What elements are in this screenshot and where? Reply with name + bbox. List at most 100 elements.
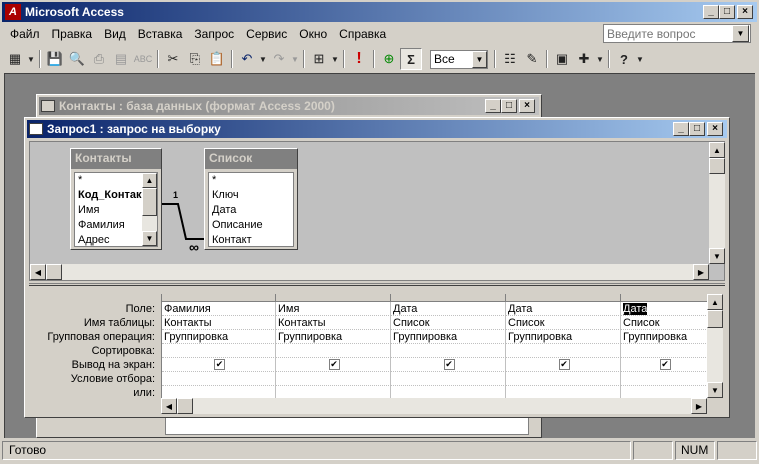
grid-column-active[interactable]: Дата Список Группировка ✔ [621,294,707,398]
scroll-down-arrow-icon[interactable]: ▼ [142,231,157,246]
cell-field[interactable]: Имя [276,302,391,316]
cell-field-selected-text[interactable]: Дата [623,303,648,315]
scroll-thumb[interactable] [709,158,725,174]
cell-total[interactable]: Группировка [276,330,391,344]
show-checkbox-checked-icon[interactable]: ✔ [328,359,340,370]
show-checkbox-checked-icon[interactable]: ✔ [558,359,570,370]
scroll-up-arrow-icon[interactable]: ▲ [709,142,725,158]
help-dropdown-arrow-icon[interactable]: ▼ [732,25,749,42]
field-item[interactable]: Ключ [209,188,293,203]
column-selector[interactable] [162,294,276,302]
scroll-thumb[interactable] [707,310,723,328]
cell-or[interactable] [506,386,621,398]
cell-criteria[interactable] [391,372,506,386]
build-icon[interactable]: ✎ [521,48,543,70]
table-pane-hscroll[interactable]: ◀ ▶ [30,264,709,280]
query-type-icon[interactable]: ⊞ [308,48,330,70]
grid-column[interactable]: Имя Контакты Группировка ✔ [276,294,391,398]
cell-field[interactable]: Дата [506,302,621,316]
relationship-line[interactable] [160,197,208,247]
cell-show[interactable]: ✔ [621,358,707,372]
table-box-list[interactable]: Список * Ключ Дата Описание Контакт [204,148,298,250]
grid-column[interactable]: Дата Список Группировка ✔ [506,294,621,398]
table-pane[interactable]: Контакты * Код_Контакт Имя Фамилия Адрес… [29,141,725,281]
table-box-contacts-title[interactable]: Контакты [71,149,161,169]
cell-or[interactable] [276,386,391,398]
spellcheck-icon[interactable]: ABC [132,48,154,70]
menu-item-view[interactable]: Вид [98,25,132,43]
cell-or[interactable] [162,386,276,398]
design-grid[interactable]: Фамилия Контакты Группировка ✔ Имя Конта… [161,294,707,398]
cell-total[interactable]: Группировка [162,330,276,344]
copy-icon[interactable]: ⎘ [184,48,206,70]
query-minimize-button[interactable]: _ [673,122,689,136]
run-query-icon[interactable]: ! [348,48,370,70]
paste-disabled-icon[interactable]: ▤ [110,48,132,70]
design-grid-hscroll[interactable]: ◀ ▶ [161,398,707,414]
show-checkbox-checked-icon[interactable]: ✔ [659,359,671,370]
db-close-button[interactable]: × [519,99,535,113]
save-icon[interactable]: 💾 [44,48,66,70]
cell-show[interactable]: ✔ [276,358,391,372]
menu-item-tools[interactable]: Сервис [240,25,293,43]
cell-criteria[interactable] [162,372,276,386]
print-icon[interactable]: ⎙ [88,48,110,70]
new-object-dropdown-icon[interactable]: ▼ [595,48,605,70]
properties-icon[interactable]: ☷ [499,48,521,70]
menu-item-insert[interactable]: Вставка [132,25,189,43]
cell-criteria[interactable] [621,372,707,386]
help-icon[interactable]: ? [613,48,635,70]
cell-total[interactable]: Группировка [506,330,621,344]
cell-sort[interactable] [506,344,621,358]
show-checkbox-checked-icon[interactable]: ✔ [443,359,455,370]
column-selector[interactable] [391,294,506,302]
help-dropdown-small-icon[interactable]: ▼ [635,48,645,70]
cell-or[interactable] [391,386,506,398]
cell-table[interactable]: Список [621,316,707,330]
table-box-contacts[interactable]: Контакты * Код_Контакт Имя Фамилия Адрес… [70,148,162,250]
menu-item-file[interactable]: Файл [4,25,46,43]
query-window[interactable]: Запрос1 : запрос на выборку _ □ × Контак… [24,117,730,418]
menu-item-edit[interactable]: Правка [46,25,99,43]
app-minimize-button[interactable]: _ [703,5,719,19]
table-box-list-title[interactable]: Список [205,149,297,169]
cell-total[interactable]: Группировка [391,330,506,344]
new-object-icon[interactable]: ✚ [573,48,595,70]
cut-icon[interactable]: ✂ [162,48,184,70]
redo-dropdown-icon[interactable]: ▼ [290,48,300,70]
cell-criteria[interactable] [276,372,391,386]
cell-table[interactable]: Контакты [276,316,391,330]
query-type-dropdown-icon[interactable]: ▼ [330,48,340,70]
grid-column[interactable]: Дата Список Группировка ✔ [391,294,506,398]
cell-show[interactable]: ✔ [162,358,276,372]
view-dropdown-icon[interactable]: ▼ [26,48,36,70]
field-item[interactable]: Дата [209,203,293,218]
undo-dropdown-icon[interactable]: ▼ [258,48,268,70]
db-minimize-button[interactable]: _ [485,99,501,113]
cell-field-active[interactable]: Дата [621,302,707,316]
app-close-button[interactable]: × [737,5,753,19]
cell-show[interactable]: ✔ [391,358,506,372]
cell-sort[interactable] [391,344,506,358]
cell-table[interactable]: Список [391,316,506,330]
scroll-down-arrow-icon[interactable]: ▼ [709,248,725,264]
column-selector[interactable] [506,294,621,302]
scroll-up-arrow-icon[interactable]: ▲ [142,173,157,188]
cell-field[interactable]: Дата [391,302,506,316]
print-preview-icon[interactable]: 🔍 [66,48,88,70]
menu-item-query[interactable]: Запрос [188,25,240,43]
field-item[interactable]: Описание [209,218,293,233]
design-grid-vscroll[interactable]: ▲ ▼ [707,294,723,398]
column-selector[interactable] [276,294,391,302]
scroll-left-arrow-icon[interactable]: ◀ [161,398,177,414]
top-values-select[interactable]: Все ▼ [430,49,488,69]
cell-total[interactable]: Группировка [621,330,707,344]
pane-splitter[interactable] [29,283,725,286]
app-maximize-button[interactable]: □ [719,5,735,19]
scroll-down-arrow-icon[interactable]: ▼ [707,382,723,398]
grid-column[interactable]: Фамилия Контакты Группировка ✔ [162,294,276,398]
scroll-thumb[interactable] [177,398,193,414]
scroll-thumb[interactable] [46,264,62,280]
show-checkbox-checked-icon[interactable]: ✔ [214,359,225,370]
view-mode-icon[interactable]: ▦ [4,48,26,70]
